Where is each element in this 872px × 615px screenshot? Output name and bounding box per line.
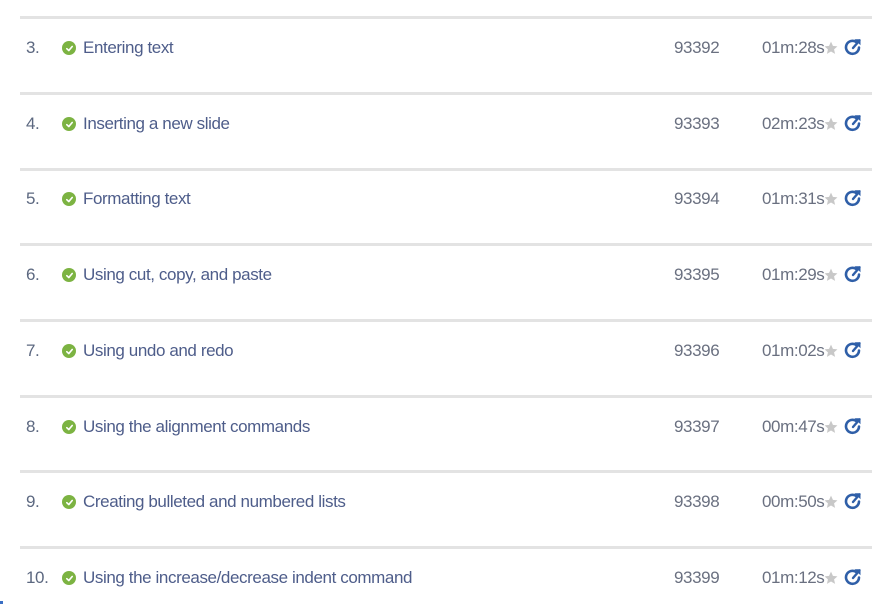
lesson-number: 6.: [26, 265, 40, 284]
open-external-icon[interactable]: [844, 568, 862, 588]
lesson-row[interactable]: 5. Formatting text 93394 01m:31s: [20, 162, 872, 236]
star-icon[interactable]: [823, 191, 839, 207]
check-circle-icon: [62, 117, 76, 131]
lesson-title-link[interactable]: Entering text: [83, 38, 174, 58]
lesson-title-link[interactable]: Creating bulleted and numbered lists: [83, 492, 346, 512]
lesson-title-link[interactable]: Using the increase/decrease indent comma…: [83, 568, 412, 588]
check-circle-icon: [62, 268, 76, 282]
lesson-title-link[interactable]: Formatting text: [83, 189, 191, 209]
lesson-id: 93392: [674, 38, 720, 57]
lesson-number: 10.: [26, 568, 49, 587]
lesson-row[interactable]: 4. Inserting a new slide 93393 02m:23s: [20, 87, 872, 161]
check-circle-icon: [62, 41, 76, 55]
lesson-row[interactable]: 6. Using cut, copy, and paste 93395 01m:29s: [20, 238, 872, 312]
lesson-duration: 01m:12s: [762, 568, 825, 587]
lesson-row[interactable]: 7. Using undo and redo 93396 01m:02s: [20, 314, 872, 388]
check-circle-icon: [62, 420, 76, 434]
open-external-icon[interactable]: [844, 189, 862, 209]
lesson-row[interactable]: 8. Using the alignment commands 93397 00m:4…: [20, 390, 872, 464]
open-external-icon[interactable]: [844, 417, 862, 437]
lesson-number: 7.: [26, 341, 40, 360]
check-circle-icon: [62, 192, 76, 206]
star-icon[interactable]: [823, 494, 839, 510]
lesson-id: 93396: [674, 341, 720, 360]
lesson-id: 93394: [674, 189, 720, 208]
lesson-number: 3.: [26, 38, 40, 57]
check-circle-icon: [62, 495, 76, 509]
lesson-title-link[interactable]: Using the alignment commands: [83, 417, 310, 437]
edge-marker: [0, 601, 3, 604]
open-external-icon[interactable]: [844, 114, 862, 134]
open-external-icon[interactable]: [844, 341, 862, 361]
check-circle-icon: [62, 344, 76, 358]
open-external-icon[interactable]: [844, 38, 862, 58]
lesson-row[interactable]: 3. Entering text 93392 01m:28s: [20, 11, 872, 85]
lesson-title-link[interactable]: Using undo and redo: [83, 341, 234, 361]
star-icon[interactable]: [823, 343, 839, 359]
star-icon[interactable]: [823, 419, 839, 435]
open-external-icon[interactable]: [844, 492, 862, 512]
lesson-number: 4.: [26, 114, 40, 133]
lesson-duration: 01m:31s: [762, 189, 825, 208]
lesson-number: 8.: [26, 417, 40, 436]
star-icon[interactable]: [823, 570, 839, 586]
lesson-list: 3. Entering text 93392 01m:28s 4. Inserting a…: [0, 0, 872, 610]
lesson-duration: 01m:28s: [762, 38, 825, 57]
lesson-number: 9.: [26, 492, 40, 511]
lesson-row[interactable]: 9. Creating bulleted and numbered lists 93…: [20, 465, 872, 539]
lesson-duration: 00m:50s: [762, 492, 825, 511]
check-circle-icon: [62, 571, 76, 585]
lesson-duration: 01m:02s: [762, 341, 825, 360]
lesson-row[interactable]: 10. Using the increase/decrease indent co…: [20, 541, 872, 615]
lesson-id: 93399: [674, 568, 720, 587]
lesson-number: 5.: [26, 189, 40, 208]
lesson-duration: 01m:29s: [762, 265, 825, 284]
lesson-id: 93397: [674, 417, 720, 436]
open-external-icon[interactable]: [844, 265, 862, 285]
lesson-id: 93393: [674, 114, 720, 133]
lesson-title-link[interactable]: Using cut, copy, and paste: [83, 265, 272, 285]
lesson-id: 93398: [674, 492, 720, 511]
star-icon[interactable]: [823, 267, 839, 283]
lesson-id: 93395: [674, 265, 720, 284]
lesson-duration: 02m:23s: [762, 114, 825, 133]
star-icon[interactable]: [823, 116, 839, 132]
lesson-duration: 00m:47s: [762, 417, 825, 436]
star-icon[interactable]: [823, 40, 839, 56]
lesson-title-link[interactable]: Inserting a new slide: [83, 114, 230, 134]
